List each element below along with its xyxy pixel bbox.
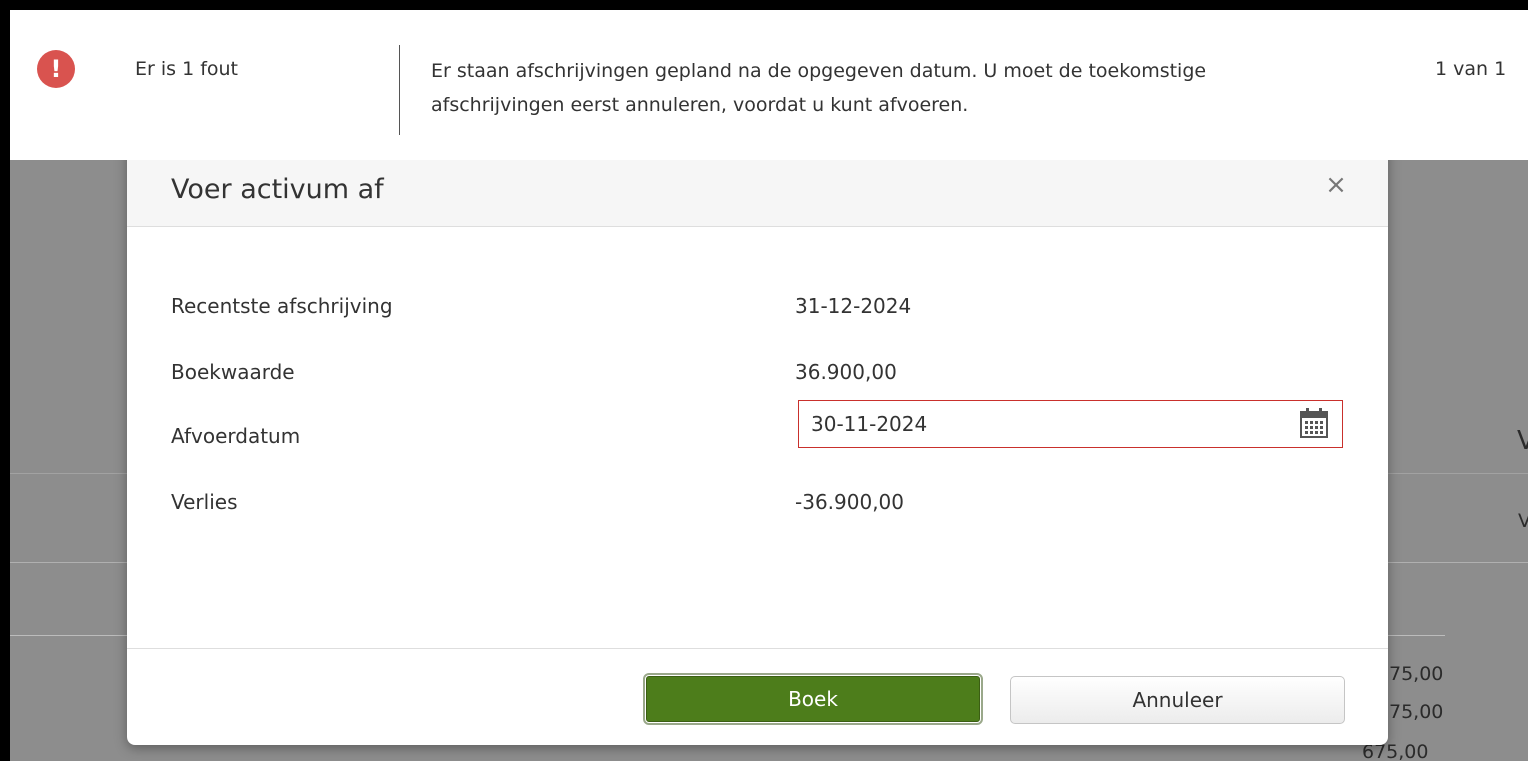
background-amount: 675,00 <box>1362 741 1429 761</box>
row-label-book-value: Boekwaarde <box>171 360 295 384</box>
background-amount: 75,00 <box>1389 663 1444 685</box>
disposal-date-field <box>798 400 1343 448</box>
error-count: Er is 1 fout <box>135 58 239 80</box>
exclamation-icon: ! <box>37 50 75 88</box>
screen: V V 75,00 75,00 675,00 ! Er is 1 fout Er… <box>10 10 1528 761</box>
row-value-recent-depreciation: 31-12-2024 <box>795 294 912 318</box>
dialog-title: Voer activum af <box>171 174 384 205</box>
disposal-date-input[interactable] <box>799 401 1279 446</box>
background-subheading-fragment: V <box>1518 510 1528 532</box>
background-heading-fragment: V <box>1517 426 1528 456</box>
error-message: Er staan afschrijvingen gepland na de op… <box>431 60 1207 116</box>
row-label-loss: Verlies <box>171 490 238 514</box>
row-label-disposal-date: Afvoerdatum <box>171 424 301 448</box>
book-button[interactable]: Boek <box>643 673 983 725</box>
error-divider <box>399 45 400 135</box>
cancel-button[interactable]: Annuleer <box>1010 676 1345 724</box>
row-label-recent-depreciation: Recentste afschrijving <box>171 294 393 318</box>
error-pager[interactable]: 1 van 1 <box>1435 58 1506 80</box>
background-amount: 75,00 <box>1389 701 1444 723</box>
calendar-icon[interactable] <box>1299 407 1329 439</box>
error-notification-bar: ! Er is 1 fout Er staan afschrijvingen g… <box>10 10 1528 160</box>
row-value-loss: -36.900,00 <box>795 490 905 514</box>
row-value-book-value: 36.900,00 <box>795 360 897 384</box>
dispose-asset-dialog: Voer activum af × Recentste afschrijving… <box>127 124 1388 745</box>
close-icon[interactable]: × <box>1321 170 1351 200</box>
dialog-footer: Boek Annuleer <box>127 648 1388 745</box>
